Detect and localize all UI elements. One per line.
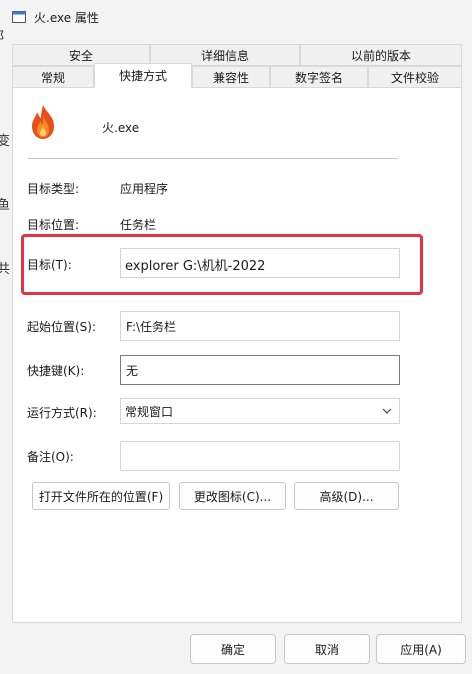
hotkey-label: 快捷键(K): — [27, 364, 85, 378]
advanced-button[interactable]: 高级(D)... — [294, 482, 399, 510]
hotkey-input[interactable]: 无 — [120, 355, 400, 385]
app-window-icon — [12, 11, 26, 23]
window-title: 火.exe 属性 — [34, 11, 99, 25]
cancel-button[interactable]: 取消 — [284, 634, 370, 664]
shortcut-name: 火.exe — [102, 121, 140, 135]
background-text: 变 — [0, 134, 11, 149]
run-select[interactable]: 常规窗口 — [120, 398, 400, 424]
start-in-label: 起始位置(S): — [27, 320, 97, 334]
tab-previous-versions[interactable]: 以前的版本 — [300, 44, 462, 66]
chevron-down-icon — [382, 408, 392, 414]
run-select-value: 常规窗口 — [125, 405, 174, 419]
background-text: 共 — [0, 262, 11, 277]
tab-file-checksum[interactable]: 文件校验 — [368, 66, 462, 88]
apply-button[interactable]: 应用(A) — [376, 634, 466, 664]
target-location-value: 任务栏 — [120, 218, 157, 232]
background-text: 阝 — [0, 30, 11, 45]
tab-digital-signatures[interactable]: 数字签名 — [270, 66, 368, 88]
title-bar[interactable]: 火.exe 属性 — [0, 0, 472, 34]
tab-general[interactable]: 常规 — [12, 66, 94, 88]
change-icon-button[interactable]: 更改图标(C)... — [179, 482, 286, 510]
run-label: 运行方式(R): — [27, 406, 97, 420]
open-file-location-button[interactable]: 打开文件所在的位置(F) — [32, 482, 170, 510]
ok-button[interactable]: 确定 — [190, 634, 276, 664]
separator — [28, 158, 398, 159]
comment-input[interactable] — [120, 441, 400, 471]
tab-shortcut[interactable]: 快捷方式 — [94, 63, 192, 88]
target-type-label: 目标类型: — [27, 182, 80, 196]
target-type-value: 应用程序 — [120, 182, 169, 196]
tab-compatibility[interactable]: 兼容性 — [192, 66, 270, 88]
highlight-box — [21, 234, 423, 295]
comment-label: 备注(O): — [27, 450, 74, 464]
start-in-input[interactable]: F:\任务栏 — [120, 311, 400, 341]
target-location-label: 目标位置: — [27, 218, 80, 232]
background-text: 鱼 — [0, 198, 11, 213]
flame-icon — [32, 105, 54, 139]
